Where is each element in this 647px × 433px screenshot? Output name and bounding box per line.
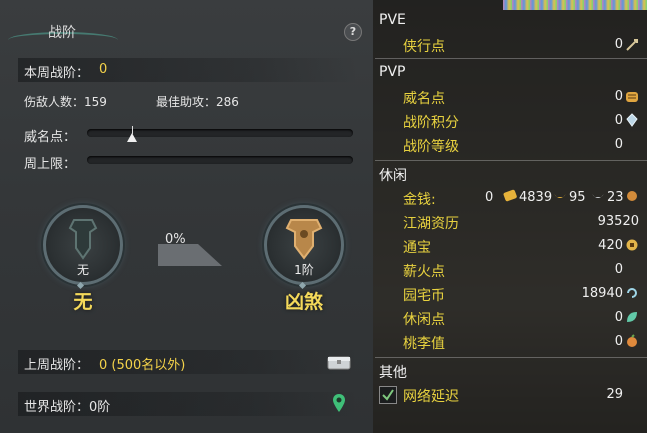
rank-shield-icon xyxy=(68,219,98,260)
last-week-value: 0 (500名以外) xyxy=(99,358,186,373)
leisure-item-label: 桃李值 xyxy=(403,336,445,352)
current-rank-emblem: 无 xyxy=(43,205,123,285)
leisure-item-label: 薪火点 xyxy=(403,264,445,280)
pvp-item-value: 0 xyxy=(614,89,623,104)
leaf-icon xyxy=(627,312,637,322)
panel-title: 战阶 xyxy=(48,25,76,41)
silver-boat-icon xyxy=(592,194,604,198)
pvp-item-label: 战阶等级 xyxy=(403,139,459,155)
money-value-2: 4839 xyxy=(519,190,553,205)
prestige-tick xyxy=(132,126,133,134)
pve-header: PVE xyxy=(379,12,406,28)
coin-icon xyxy=(626,239,638,251)
prestige-progress-bar xyxy=(87,126,353,142)
next-rank-name: 凶煞 xyxy=(284,291,323,313)
panel-titlebar: 战阶 ? xyxy=(0,12,373,46)
pvp-header: PVP xyxy=(379,64,406,80)
battle-rank-panel: 战阶 ? 本周战阶： 0 伤敌人数：159 最佳助攻：286 威名点： 周上限：… xyxy=(0,0,373,433)
prestige-label: 威名点： xyxy=(24,130,77,145)
leisure-item-label: 园宅币 xyxy=(403,288,445,304)
leisure-item-label: 通宝 xyxy=(403,240,431,256)
peach-icon xyxy=(627,334,637,347)
leisure-item-value: 0 xyxy=(614,310,623,325)
latency-value: 29 xyxy=(606,387,623,402)
current-rank-level: 无 xyxy=(76,263,89,277)
leisure-item-value: 420 xyxy=(598,238,623,253)
money-value-4: 23 xyxy=(607,190,624,205)
currency-panel: PVE 侠行点 0 PVP 威名点 0 战阶积分 0 战阶等级 0 休闲 金钱:… xyxy=(373,0,647,433)
latency-checkbox[interactable] xyxy=(379,386,397,404)
pve-item-label: 侠行点 xyxy=(403,39,445,55)
next-rank-level: 1阶 xyxy=(294,263,314,277)
pvp-item-value: 0 xyxy=(614,113,623,128)
leisure-item-value: 0 xyxy=(614,334,623,349)
money-value-1: 0 xyxy=(485,190,494,205)
money-value-3: 95 xyxy=(569,190,586,205)
world-rank-label: 世界战阶：0阶 xyxy=(24,400,111,415)
divider xyxy=(375,160,647,161)
tiger-icon xyxy=(626,92,638,102)
checkmark-icon xyxy=(382,389,394,401)
weekly-cap-progress-bar xyxy=(87,156,353,164)
chest-icon[interactable] xyxy=(327,354,351,370)
prestige-marker-icon xyxy=(127,133,137,142)
leisure-item-value: 18940 xyxy=(581,286,623,301)
gold-ingot-icon xyxy=(503,189,517,202)
pvp-item-value: 0 xyxy=(614,137,623,152)
weekly-rank-label: 本周战阶： xyxy=(24,66,90,81)
rank-crest-icon xyxy=(285,219,323,260)
pvp-item-label: 战阶积分 xyxy=(403,115,459,131)
leisure-item-label: 江湖资历 xyxy=(403,216,459,232)
weekly-cap-label: 周上限： xyxy=(24,157,77,172)
divider xyxy=(375,58,647,59)
leisure-header: 休闲 xyxy=(379,168,407,184)
rank-arrow-icon xyxy=(158,244,222,266)
other-header: 其他 xyxy=(379,365,407,381)
next-rank-emblem: 1阶 xyxy=(264,205,344,285)
kills-stat: 伤敌人数：159 xyxy=(24,95,107,109)
latency-label: 网络延迟 xyxy=(403,389,459,405)
swirl-icon xyxy=(627,288,637,298)
leisure-item-value: 0 xyxy=(614,262,623,277)
copper-coin-icon xyxy=(627,191,637,201)
pvp-item-label: 威名点 xyxy=(403,91,445,107)
help-button[interactable]: ? xyxy=(344,23,362,41)
gold-boat-icon xyxy=(554,194,566,198)
money-label: 金钱: xyxy=(403,192,436,208)
divider xyxy=(375,357,647,358)
last-week-label: 上周战阶： xyxy=(24,358,90,373)
sword-icon xyxy=(626,39,638,51)
leisure-item-value: 93520 xyxy=(597,214,639,229)
pve-item-value: 0 xyxy=(614,37,623,52)
leisure-item-label: 休闲点 xyxy=(403,312,445,328)
best-assist-stat: 最佳助攻：286 xyxy=(156,95,239,109)
crystal-icon xyxy=(626,113,638,127)
location-pin-icon[interactable] xyxy=(332,393,346,413)
weekly-rank-value: 0 xyxy=(99,62,108,77)
current-rank-name: 无 xyxy=(73,291,93,313)
top-hud-strip xyxy=(503,0,647,10)
